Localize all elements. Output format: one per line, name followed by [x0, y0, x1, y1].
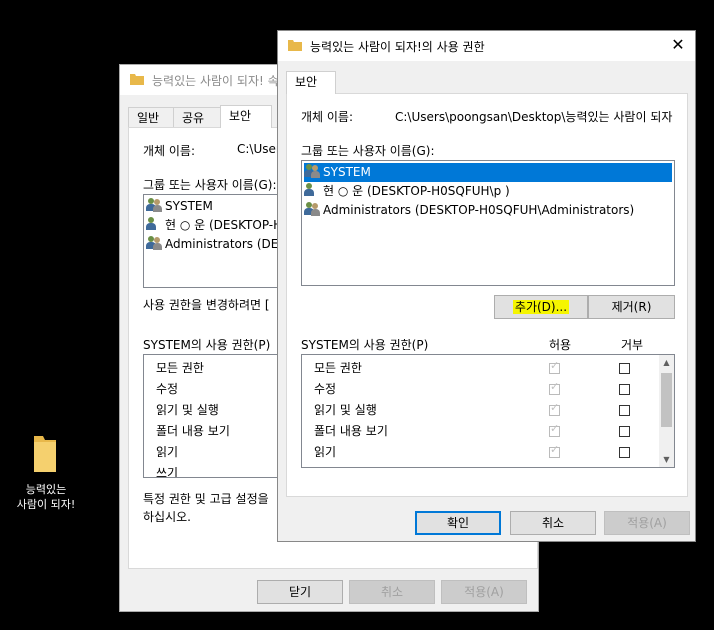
permission-item: 읽기	[314, 445, 337, 459]
special-permission-text-2: 하십시오.	[143, 510, 191, 524]
change-permission-text: 사용 권한을 변경하려면 [	[143, 298, 270, 312]
allow-checkbox[interactable]	[549, 380, 560, 395]
permission-item: 쓰기	[156, 466, 179, 478]
object-name-value: C:\Users\poongsan\Desktop\능력있는 사람이 되자	[395, 110, 673, 124]
permission-item: 수정	[156, 382, 179, 396]
cancel-button[interactable]: 취소	[510, 511, 596, 535]
user-name: SYSTEM	[165, 199, 213, 213]
list-item[interactable]: Administrators (DESKTOP-H0SQFUH\Administ…	[304, 201, 672, 220]
apply-button[interactable]: 적용(A)	[441, 580, 527, 604]
add-button-label: 추가(D)...	[512, 300, 570, 314]
permission-item: 폴더 내용 보기	[314, 424, 388, 438]
user-name: 현 ○ 운 (DESKTOP-H0SQFUH\p )	[323, 184, 510, 198]
user-group-icon	[146, 236, 162, 250]
allow-checkbox[interactable]	[549, 422, 560, 437]
permission-item: 모든 권한	[156, 361, 204, 375]
user-group-icon	[146, 198, 162, 212]
user-group-icon	[304, 202, 320, 216]
allow-checkbox[interactable]	[549, 359, 560, 374]
permission-label: SYSTEM의 사용 권한(P)	[301, 338, 429, 352]
allow-checkbox[interactable]	[549, 443, 560, 458]
group-label: 그룹 또는 사용자 이름(G):	[301, 144, 435, 158]
list-item[interactable]: 현 ○ 운 (DESKTOP-H0SQFUH\p )	[304, 182, 672, 201]
folder-icon	[288, 40, 302, 51]
dialog-title: 능력있는 사람이 되자!의 사용 권한	[310, 40, 485, 54]
group-label: 그룹 또는 사용자 이름(G):	[143, 178, 277, 192]
tab-general[interactable]: 일반	[128, 107, 174, 127]
desktop-icon-label-2: 사람이 되자!	[16, 498, 76, 511]
user-name: SYSTEM	[323, 165, 371, 179]
deny-checkbox[interactable]	[619, 405, 630, 416]
remove-button[interactable]: 제거(R)	[588, 295, 675, 319]
list-item-selected[interactable]: SYSTEM	[304, 163, 672, 182]
close-icon[interactable]: ✕	[667, 34, 689, 56]
scroll-up-icon[interactable]: ▲	[659, 355, 674, 370]
permission-item: 모든 권한	[314, 361, 362, 375]
title-bar: 능력있는 사람이 되자!의 사용 권한 ✕	[278, 31, 695, 61]
permissions-dialog: 능력있는 사람이 되자!의 사용 권한 ✕ 보안 개체 이름: C:\Users…	[277, 30, 696, 542]
scroll-down-icon[interactable]: ▼	[659, 452, 674, 467]
folder-icon	[34, 436, 56, 472]
user-group-icon	[304, 164, 320, 178]
user-name: Administrators (DESKTOP-H0SQFUH\Administ…	[323, 203, 635, 217]
add-button[interactable]: 추가(D)...	[494, 295, 588, 319]
user-name: 현 ○ 운 (DESKTOP-H	[165, 218, 283, 232]
deny-checkbox[interactable]	[619, 363, 630, 374]
tab-sharing[interactable]: 공유	[173, 107, 221, 127]
cancel-button[interactable]: 취소	[349, 580, 435, 604]
permission-item: 읽기 및 실행	[156, 403, 219, 417]
permission-item: 읽기	[156, 445, 179, 459]
scroll-thumb[interactable]	[661, 373, 672, 427]
user-name: Administrators (DES	[165, 237, 286, 251]
object-name-label: 개체 이름:	[143, 144, 196, 158]
desktop-icon-label: 능력있는	[25, 483, 67, 496]
permission-list[interactable]: 모든 권한 수정 읽기 및 실행 폴더 내용 보기 읽기 ▲ ▼	[301, 354, 675, 468]
special-permission-text: 특정 권한 및 고급 설정을	[143, 492, 269, 506]
permission-item: 폴더 내용 보기	[156, 424, 230, 438]
permission-item: 수정	[314, 382, 337, 396]
deny-checkbox[interactable]	[619, 426, 630, 437]
allow-checkbox[interactable]	[549, 401, 560, 416]
deny-checkbox[interactable]	[619, 384, 630, 395]
object-name-label: 개체 이름:	[301, 110, 354, 124]
permission-label: SYSTEM의 사용 권한(P)	[143, 338, 271, 352]
folder-icon	[130, 74, 144, 85]
object-name-value: C:\User	[237, 142, 281, 156]
window-title: 능력있는 사람이 되자! 속	[152, 74, 279, 88]
scrollbar[interactable]: ▲ ▼	[659, 355, 674, 467]
security-panel: 개체 이름: C:\Users\poongsan\Desktop\능력있는 사람…	[286, 93, 688, 497]
tab-security[interactable]: 보안	[286, 71, 336, 94]
user-icon	[146, 217, 162, 231]
deny-header: 거부	[621, 338, 644, 352]
close-button[interactable]: 닫기	[257, 580, 343, 604]
tab-strip: 보안	[286, 71, 386, 94]
tab-security[interactable]: 보안	[220, 105, 272, 128]
deny-checkbox[interactable]	[619, 447, 630, 458]
ok-button[interactable]: 확인	[415, 511, 501, 535]
user-list[interactable]: SYSTEM 현 ○ 운 (DESKTOP-H0SQFUH\p ) Admini…	[301, 160, 675, 286]
allow-header: 허용	[549, 338, 572, 352]
apply-button[interactable]: 적용(A)	[604, 511, 690, 535]
user-icon	[304, 183, 320, 197]
permission-item: 읽기 및 실행	[314, 403, 377, 417]
